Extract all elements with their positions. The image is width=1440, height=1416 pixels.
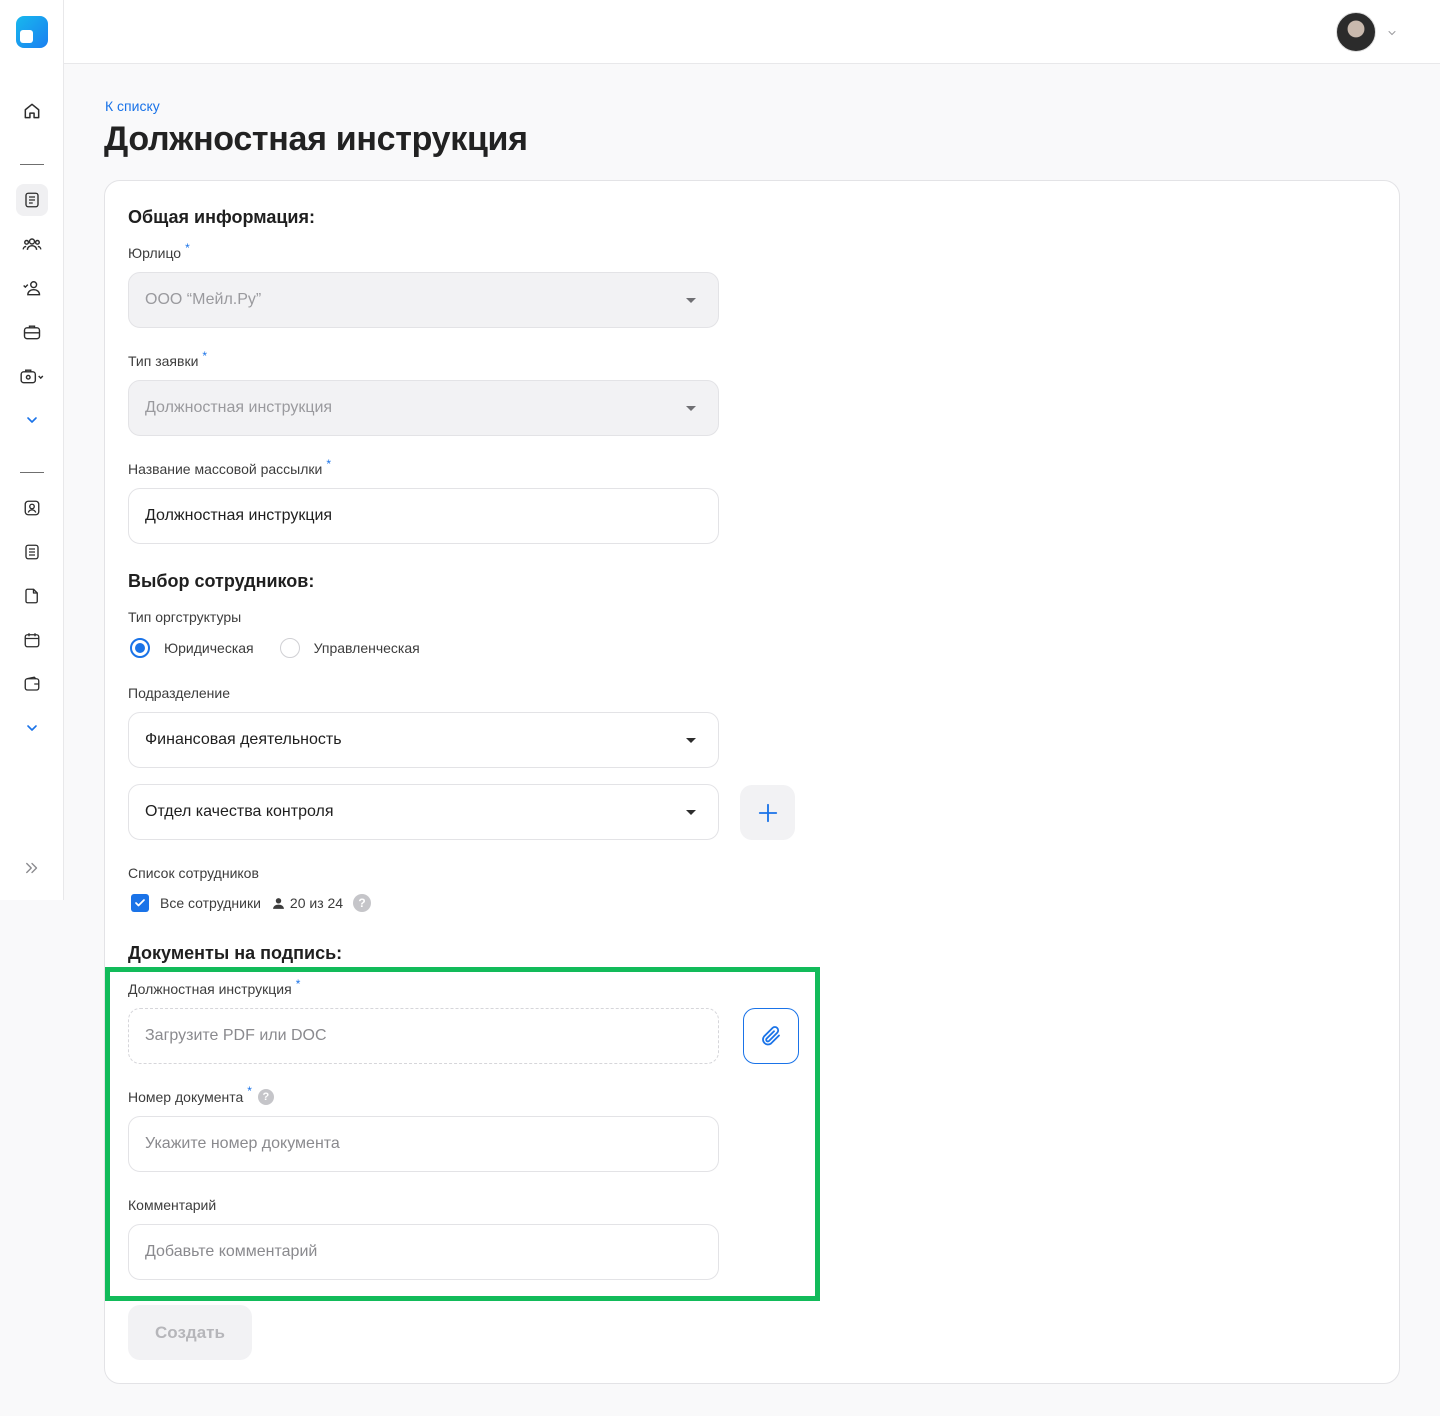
- comment-placeholder: Добавьте комментарий: [145, 1243, 318, 1260]
- legal-entity-label: Юрлицо *: [128, 241, 190, 261]
- sidebar-divider: [20, 472, 44, 473]
- sidebar: [0, 0, 64, 900]
- help-icon[interactable]: ?: [257, 1089, 274, 1105]
- file-icon[interactable]: [16, 580, 48, 612]
- document-icon[interactable]: [16, 536, 48, 568]
- legal-entity-select[interactable]: ООО “Мейл.Ру”: [128, 272, 719, 328]
- expand-icon[interactable]: [16, 852, 48, 884]
- mailing-name-label: Название массовой рассылки *: [128, 457, 332, 477]
- radio-legal[interactable]: [130, 638, 150, 658]
- all-employees-row: Все сотрудники 20 из 24 ?: [131, 894, 372, 912]
- attach-file-button[interactable]: [743, 1008, 799, 1064]
- doc-number-input[interactable]: Укажите номер документа: [128, 1116, 719, 1172]
- request-type-select[interactable]: Должностная инструкция: [128, 380, 719, 436]
- chevron-down-icon[interactable]: [1386, 26, 1398, 44]
- document-upload-placeholder: Загрузите PDF или DOC: [145, 1027, 327, 1044]
- caret-down-icon: [686, 406, 696, 411]
- user-card-icon[interactable]: [16, 492, 48, 524]
- department-2-value: Отдел качества контроля: [145, 803, 334, 820]
- org-type-label: Тип оргструктуры: [128, 609, 242, 625]
- add-department-button[interactable]: [740, 785, 795, 840]
- org-type-radio-group: Юридическая Управленческая: [130, 638, 420, 658]
- user-check-icon[interactable]: [16, 272, 48, 304]
- comment-input[interactable]: Добавьте комментарий: [128, 1224, 719, 1280]
- caret-down-icon: [686, 738, 696, 743]
- document-upload-label: Должностная инструкция *: [128, 977, 301, 997]
- mailing-name-value: Должностная инструкция: [145, 507, 333, 524]
- briefcase-settings-icon[interactable]: [16, 360, 48, 392]
- section-title-documents: Документы на подпись:: [128, 943, 343, 963]
- chevron-down-icon[interactable]: [16, 404, 48, 436]
- plus-icon: [758, 803, 777, 822]
- section-title-employees: Выбор сотрудников:: [128, 571, 315, 591]
- radio-management-label[interactable]: Управленческая: [314, 640, 420, 656]
- section-title-general: Общая информация:: [128, 207, 315, 227]
- paperclip-icon: [762, 1026, 780, 1046]
- doc-number-label: Номер документа * ?: [128, 1084, 274, 1105]
- department-label: Подразделение: [128, 685, 231, 701]
- radio-legal-label[interactable]: Юридическая: [164, 640, 254, 656]
- page-title: Должностная инструкция: [104, 120, 528, 158]
- caret-down-icon: [686, 298, 696, 303]
- topbar: [64, 0, 1440, 64]
- create-button[interactable]: Создать: [128, 1305, 252, 1360]
- users-icon[interactable]: [16, 228, 48, 260]
- mailing-name-input[interactable]: Должностная инструкция: [128, 488, 719, 544]
- form-card: [104, 180, 1400, 1384]
- request-type-value: Должностная инструкция: [145, 399, 333, 416]
- check-icon: [135, 899, 145, 907]
- all-employees-checkbox[interactable]: [131, 894, 149, 912]
- help-icon[interactable]: ?: [353, 894, 372, 912]
- chevron-down-icon[interactable]: [16, 712, 48, 744]
- employee-list-label: Список сотрудников: [128, 865, 259, 881]
- wallet-icon[interactable]: [16, 668, 48, 700]
- request-type-label: Тип заявки *: [128, 349, 208, 369]
- document-list-icon[interactable]: [16, 184, 48, 216]
- document-upload-field[interactable]: Загрузите PDF или DOC: [128, 1008, 719, 1064]
- radio-management[interactable]: [279, 638, 300, 658]
- briefcase-icon[interactable]: [16, 316, 48, 348]
- caret-down-icon: [686, 810, 696, 815]
- avatar[interactable]: [1336, 12, 1376, 52]
- legal-entity-value: ООО “Мейл.Ру”: [145, 291, 262, 308]
- comment-label: Комментарий: [128, 1197, 217, 1213]
- calendar-icon[interactable]: [16, 624, 48, 656]
- department-select-2[interactable]: Отдел качества контроля: [128, 784, 719, 840]
- home-icon[interactable]: [16, 95, 48, 127]
- department-1-value: Финансовая деятельность: [145, 731, 342, 748]
- all-employees-label[interactable]: Все сотрудники: [160, 895, 261, 911]
- app-logo[interactable]: [16, 16, 48, 48]
- doc-number-placeholder: Укажите номер документа: [145, 1135, 340, 1152]
- person-icon: [272, 897, 285, 910]
- back-link[interactable]: К списку: [105, 98, 160, 114]
- employee-count: 20 из 24: [289, 895, 344, 911]
- sidebar-divider: [20, 164, 44, 165]
- department-select-1[interactable]: Финансовая деятельность: [128, 712, 719, 768]
